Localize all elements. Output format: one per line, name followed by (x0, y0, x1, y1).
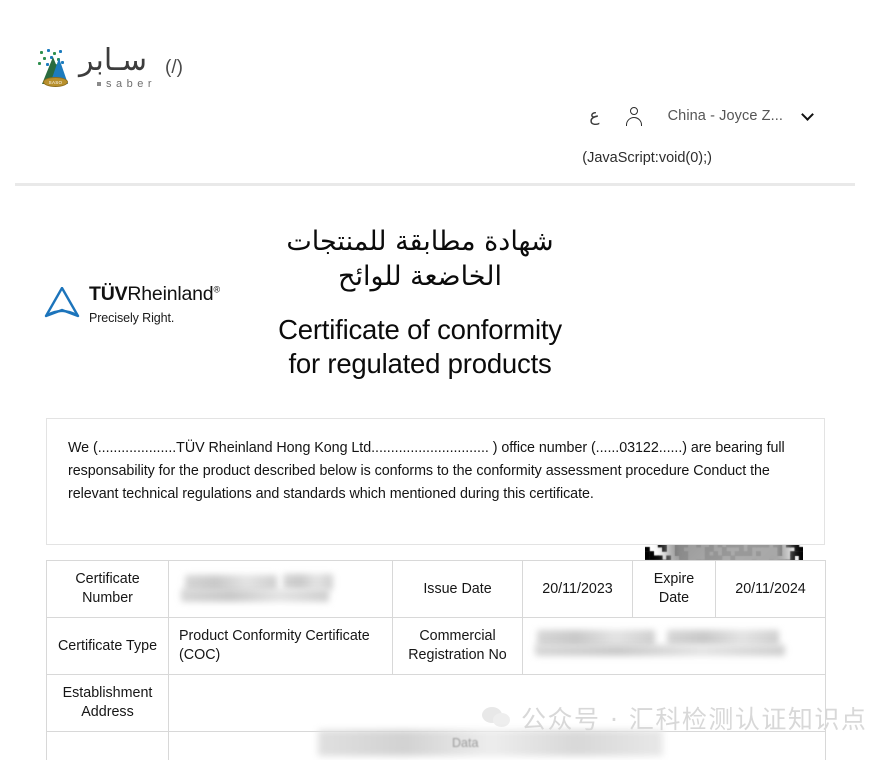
certificate-title-arabic: شهادة مطابقة للمنتجات الخاضعة للوائح (200, 225, 640, 294)
javascript-void-link[interactable]: (JavaScript:void(0);) (582, 150, 712, 166)
user-icon-body (625, 116, 642, 126)
header-divider (15, 183, 855, 186)
redacted-certificate-number (179, 574, 382, 602)
cell-establishment-address-value[interactable] (168, 674, 826, 732)
tuv-rheinland-logo: TÜVRheinland® Precisely Right. (44, 283, 220, 325)
certificate-title-english: Certificate of conformity for regulated … (200, 313, 640, 380)
account-row: ع China - Joyce Z... (589, 106, 814, 126)
redacted-commercial-registration (533, 630, 815, 656)
cell-issue-date-value: 20/11/2023 (522, 560, 633, 618)
cell-issue-date-label: Issue Date (392, 560, 523, 618)
table-row: Establishment Address (46, 674, 826, 732)
account-name-label[interactable]: China - Joyce Z... (668, 108, 783, 124)
language-toggle-arabic[interactable]: ع (589, 106, 599, 126)
cell-expire-date-label: Expire Date (632, 560, 716, 618)
certificate-title-arabic-line1: شهادة مطابقة للمنتجات (286, 226, 554, 257)
brand-text-block: سـابر saber (79, 43, 156, 91)
cell-certificate-number-value[interactable] (168, 560, 393, 618)
tuv-name-bold: TÜV (89, 283, 128, 305)
cell-commercial-registration-value[interactable] (522, 617, 826, 675)
cell-certificate-type-value: Product Conformity Certificate (COC) (168, 617, 393, 675)
brand-latin-wordmark: saber (79, 78, 156, 90)
cell-establishment-address-label: Establishment Address (46, 674, 169, 732)
redacted-bottom-row (318, 730, 663, 756)
brand-latin-text: saber (106, 78, 157, 90)
cell-certificate-type-label: Certificate Type (46, 617, 169, 675)
table-row: Certificate Number Issue Date 20/11/2023… (46, 560, 826, 618)
saso-badge: SASO (43, 77, 68, 87)
user-icon-head (629, 107, 638, 115)
saber-brand-logo[interactable]: SASO سـابر saber (/) (36, 46, 183, 90)
certificate-title-english-line1: Certificate of conformity (278, 314, 562, 346)
certificate-header: TÜVRheinland® Precisely Right. شهادة مطا… (0, 225, 870, 615)
brand-square-dot (97, 82, 101, 87)
certificate-title-english-line2: for regulated products (288, 347, 552, 379)
cell-expire-date-value: 20/11/2024 (715, 560, 826, 618)
brand-link-slash[interactable]: (/) (165, 57, 183, 79)
certificate-title-arabic-line2: الخاضعة للوائح (338, 260, 502, 292)
certificate-page: SASO سـابر saber (/) ع China - Joyce Z..… (0, 0, 870, 760)
table-row: Certificate Type Product Conformity Cert… (46, 617, 826, 675)
cell-certificate-number-label: Certificate Number (46, 560, 169, 618)
user-icon (625, 107, 642, 126)
bottom-partial-text: Data (452, 736, 479, 750)
cell-partial-left (46, 731, 169, 760)
certificate-titles: شهادة مطابقة للمنتجات الخاضعة للوائح Cer… (200, 225, 640, 380)
declaration-text: We (....................TÜV Rheinland Ho… (68, 440, 785, 503)
cell-commercial-registration-label: Commercial Registration No (392, 617, 523, 675)
chevron-down-icon[interactable] (801, 107, 814, 121)
brand-arabic-wordmark: سـابر (79, 43, 147, 78)
site-header: SASO سـابر saber (/) ع China - Joyce Z..… (0, 0, 870, 186)
tuv-triangle-icon (44, 287, 80, 319)
saso-logo-icon: SASO (36, 48, 74, 88)
declaration-box: We (....................TÜV Rheinland Ho… (46, 418, 825, 545)
